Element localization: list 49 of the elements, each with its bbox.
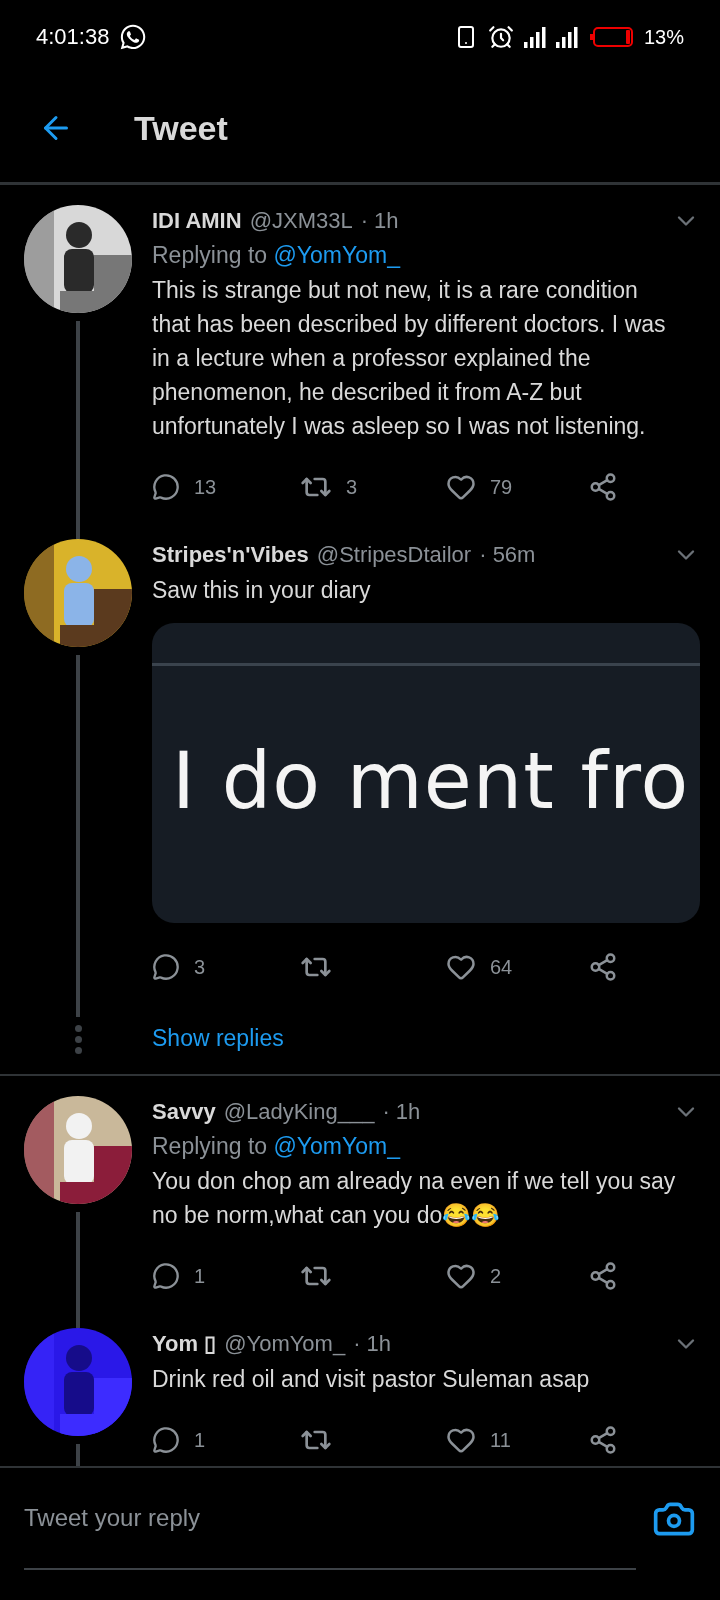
- mention-link[interactable]: @YomYom_: [273, 242, 400, 268]
- battery-percent: 13%: [643, 25, 684, 49]
- share-icon[interactable]: [588, 1425, 618, 1455]
- reply-count: 3: [194, 955, 206, 979]
- user-handle: @YomYom_: [224, 1331, 346, 1357]
- image-text: I do ment fro: [172, 736, 691, 826]
- tweet-text: This is strange but not new, it is a rare condition that has been described by different doctors. I was in a lecture when a professor explained the phenomenon, he described it from A-Z but unfortunately I was asleep so I was not listening.: [152, 276, 667, 441]
- chat-bubble-icon: [119, 23, 148, 51]
- like-count: 11: [490, 1428, 511, 1452]
- share-icon[interactable]: [588, 1261, 618, 1291]
- tweet-text: Drink red oil and visit pastor Suleman asap: [152, 1365, 591, 1394]
- more-dots-icon: [74, 1025, 82, 1054]
- replying-to-text: Replying to @YomYom_: [152, 241, 402, 270]
- retweet-count: 3: [346, 475, 358, 499]
- tweet-time: · 1h: [382, 1099, 421, 1125]
- reply-count: 1: [194, 1264, 206, 1288]
- alarm-icon: [487, 24, 514, 50]
- battery-icon: [589, 26, 634, 48]
- user-name[interactable]: Stripes'n'Vibes: [152, 542, 309, 568]
- like-count: 2: [490, 1264, 502, 1288]
- reply-count: 13: [194, 475, 217, 499]
- tweet-time: · 1h: [353, 1331, 392, 1357]
- user-name[interactable]: Savvy: [152, 1099, 216, 1125]
- user-handle: @JXM33L: [249, 208, 353, 234]
- page-title: Tweet: [134, 108, 228, 148]
- reply-icon[interactable]: [152, 473, 180, 501]
- user-handle: @LadyKing___: [223, 1099, 375, 1125]
- user-name[interactable]: Yom ▯: [152, 1331, 217, 1357]
- reply-icon[interactable]: [152, 1262, 180, 1290]
- tweet-text: You don chop am already na even if we tell you say no be norm,what can you do😂😂: [152, 1167, 677, 1230]
- user-name[interactable]: IDI AMIN: [152, 208, 242, 234]
- like-count: 79: [490, 475, 513, 499]
- replying-to-text: Replying to @YomYom_: [152, 1132, 402, 1161]
- signal-icon: [523, 26, 580, 48]
- like-count: 64: [490, 955, 513, 979]
- tweet-text: Saw this in your diary: [152, 576, 372, 605]
- share-icon[interactable]: [588, 952, 618, 982]
- media-image[interactable]: I do ment fro: [152, 623, 700, 923]
- tweet-time: · 56m: [479, 542, 536, 568]
- clock-time: 4:01:38: [36, 24, 110, 50]
- show-replies-link[interactable]: Show replies: [152, 1025, 284, 1052]
- reply-input[interactable]: Tweet your reply: [24, 1468, 636, 1570]
- reply-icon[interactable]: [152, 1426, 180, 1454]
- mention-link[interactable]: @YomYom_: [273, 1133, 400, 1159]
- share-icon[interactable]: [588, 472, 618, 502]
- reply-count: 1: [194, 1428, 206, 1452]
- reply-icon[interactable]: [152, 953, 180, 981]
- user-handle: @StripesDtailor: [316, 542, 472, 568]
- tweet-time: · 1h: [360, 208, 399, 234]
